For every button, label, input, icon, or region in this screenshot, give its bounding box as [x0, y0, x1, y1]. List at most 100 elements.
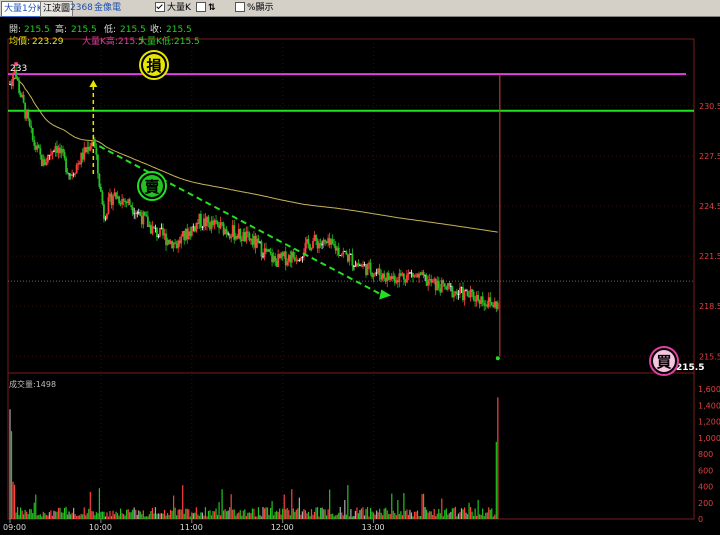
- candle-body: [100, 186, 102, 192]
- volume-bar: [88, 508, 90, 519]
- candle-body: [340, 254, 343, 256]
- volume-bar: [229, 507, 231, 519]
- volume-bar: [44, 513, 46, 519]
- volume-bar: [94, 515, 96, 519]
- volume-bar: [51, 515, 54, 519]
- big-k-high-label: 大量K高:: [82, 35, 118, 47]
- price-tick-label: 221.5: [699, 252, 720, 261]
- volume-bar: [256, 516, 258, 519]
- candle-body: [413, 275, 416, 277]
- candle-body: [345, 251, 348, 255]
- arrows-toggle[interactable]: ⇅: [196, 1, 216, 15]
- candle-body: [45, 162, 48, 166]
- volume-bar: [477, 499, 479, 519]
- volume-bar: [282, 508, 284, 519]
- candle-body: [372, 274, 375, 277]
- candle-body: [31, 128, 34, 141]
- volume-bar: [274, 512, 276, 519]
- stop-loss-label: 損: [146, 57, 162, 75]
- volume-bar: [165, 515, 167, 519]
- candle-body: [225, 229, 228, 234]
- volume-bar: [110, 515, 113, 519]
- time-tick-label: 11:00: [180, 523, 203, 532]
- volume-bar: [136, 514, 138, 519]
- volume-bar: [439, 513, 441, 519]
- percent-display-toggle[interactable]: %顯示: [235, 1, 274, 15]
- volume-bar: [454, 506, 457, 519]
- volume-bar: [491, 508, 493, 519]
- buy-marker[interactable]: 買: [649, 346, 679, 376]
- volume-bar: [242, 510, 244, 519]
- volume-bar: [389, 514, 391, 519]
- price-tick-label: 230.5: [699, 102, 720, 111]
- candle-body: [369, 262, 372, 273]
- volume-bar: [18, 515, 20, 519]
- volume-bar: [32, 513, 34, 519]
- volume-bar: [429, 511, 431, 519]
- volume-title: 成交量:1498: [9, 379, 56, 389]
- big-k-low-value: 215.5: [174, 37, 200, 47]
- volume-bar: [36, 515, 38, 519]
- candle-body: [139, 212, 142, 216]
- volume-bar: [395, 515, 397, 519]
- candle-body: [90, 142, 93, 147]
- volume-bar: [63, 507, 66, 519]
- candle-body: [378, 268, 381, 276]
- volume-bar: [451, 508, 453, 519]
- volume-bar: [180, 509, 182, 519]
- volume-bar: [201, 512, 204, 519]
- volume-bar: [298, 497, 300, 519]
- candle-body: [427, 280, 430, 286]
- volume-tick-label: 200: [698, 499, 713, 508]
- volume-bar: [147, 516, 149, 519]
- checkbox-icon: [196, 1, 206, 12]
- volume-bar: [85, 515, 87, 519]
- volume-bar: [427, 512, 429, 519]
- volume-bar: [171, 510, 173, 519]
- intraday-chart[interactable]: 開: 215.5 高: 215.5 低: 215.5 收: 215.5 均價: …: [0, 17, 720, 535]
- volume-bar: [330, 514, 332, 519]
- tab-volume-price[interactable]: 江波圖: [40, 1, 74, 17]
- volume-bar: [212, 511, 214, 519]
- candle-body: [351, 254, 354, 266]
- tab-1min-big-volume-k[interactable]: 大量1分K: [1, 1, 46, 17]
- volume-bar: [412, 516, 414, 519]
- volume-bar: [259, 515, 261, 519]
- chart-window: 大量1分K 江波圖 2368 金像電 大量K ⇅ %顯示 開: 215.5 高:…: [0, 0, 720, 535]
- candle-body: [143, 211, 146, 216]
- sell-label: 賣: [144, 178, 160, 196]
- candle-body: [366, 263, 369, 276]
- volume-bar: [60, 512, 63, 519]
- volume-bar: [156, 513, 158, 519]
- volume-bar: [407, 514, 410, 519]
- big-volume-k-toggle[interactable]: 大量K: [155, 1, 191, 15]
- volume-bar: [177, 509, 179, 519]
- volume-bar: [450, 511, 452, 519]
- high-label: 高:: [55, 23, 67, 35]
- volume-bar: [50, 510, 52, 519]
- volume-bar: [41, 516, 43, 519]
- candle-body: [18, 80, 20, 93]
- volume-bar: [432, 514, 434, 519]
- volume-bar: [86, 513, 88, 519]
- volume-bar: [257, 507, 260, 519]
- candle-body: [124, 200, 127, 203]
- checkbox-checked-icon: [155, 1, 165, 12]
- candle-body: [422, 272, 425, 276]
- volume-bar: [74, 514, 76, 519]
- volume-bar: [115, 511, 117, 519]
- volume-bar: [185, 508, 187, 519]
- volume-bar: [133, 507, 135, 519]
- volume-bar: [57, 507, 60, 519]
- candle-body: [103, 204, 105, 219]
- volume-tick-label: 1,600: [698, 385, 720, 394]
- volume-bar: [441, 498, 443, 519]
- sell-marker[interactable]: 賣: [137, 171, 167, 201]
- volume-bar: [10, 431, 13, 519]
- candle-body: [268, 249, 270, 252]
- stop-loss-marker[interactable]: 損: [139, 50, 169, 80]
- volume-bar: [192, 513, 194, 519]
- candle-body: [321, 244, 323, 246]
- volume-tick-label: 800: [698, 450, 713, 459]
- candle-body: [72, 174, 75, 176]
